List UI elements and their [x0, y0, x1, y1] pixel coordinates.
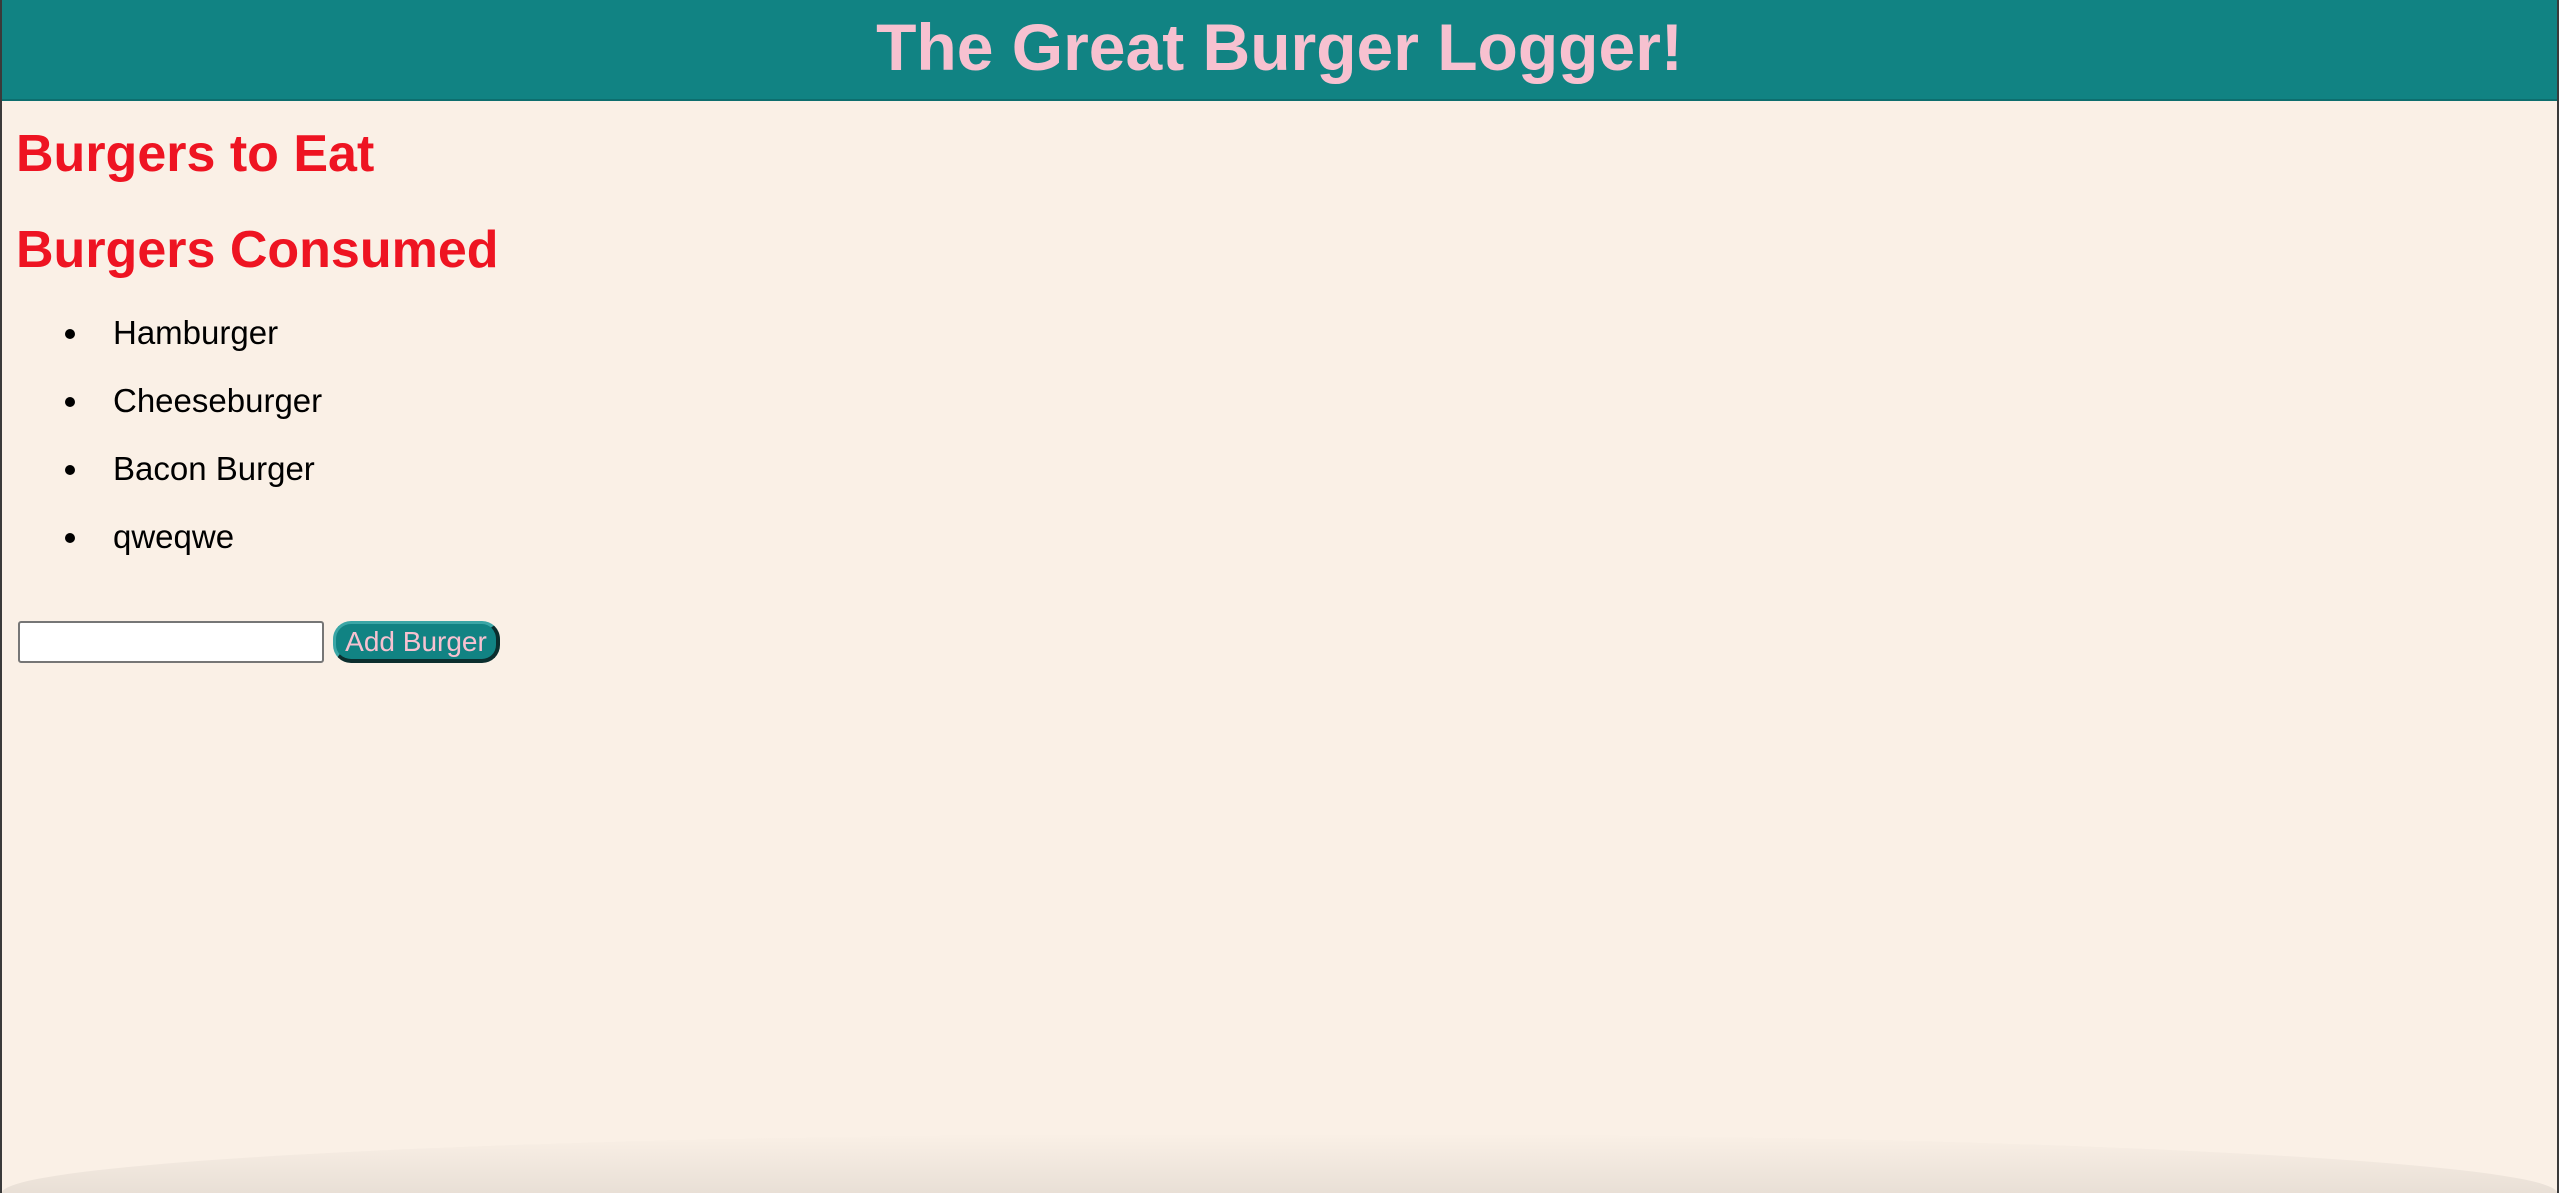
burger-name-input[interactable] [18, 621, 324, 663]
page-title: The Great Burger Logger! [876, 9, 1683, 84]
bottom-shadow [2, 1133, 2557, 1193]
add-burger-form: Add Burger [18, 621, 500, 663]
main-content: Burgers to Eat Burgers Consumed Hamburge… [2, 101, 2557, 588]
list-item: qweqwe [16, 520, 2557, 588]
list-item: Hamburger [16, 316, 2557, 384]
list-item: Bacon Burger [16, 452, 2557, 520]
consumed-burger-list: Hamburger Cheeseburger Bacon Burger qweq… [16, 276, 2557, 588]
add-burger-button[interactable]: Add Burger [333, 621, 500, 663]
list-item: Cheeseburger [16, 384, 2557, 452]
burgers-to-eat-heading: Burgers to Eat [16, 125, 375, 183]
page-header: The Great Burger Logger! [2, 0, 2557, 101]
burgers-consumed-heading: Burgers Consumed [16, 221, 499, 279]
